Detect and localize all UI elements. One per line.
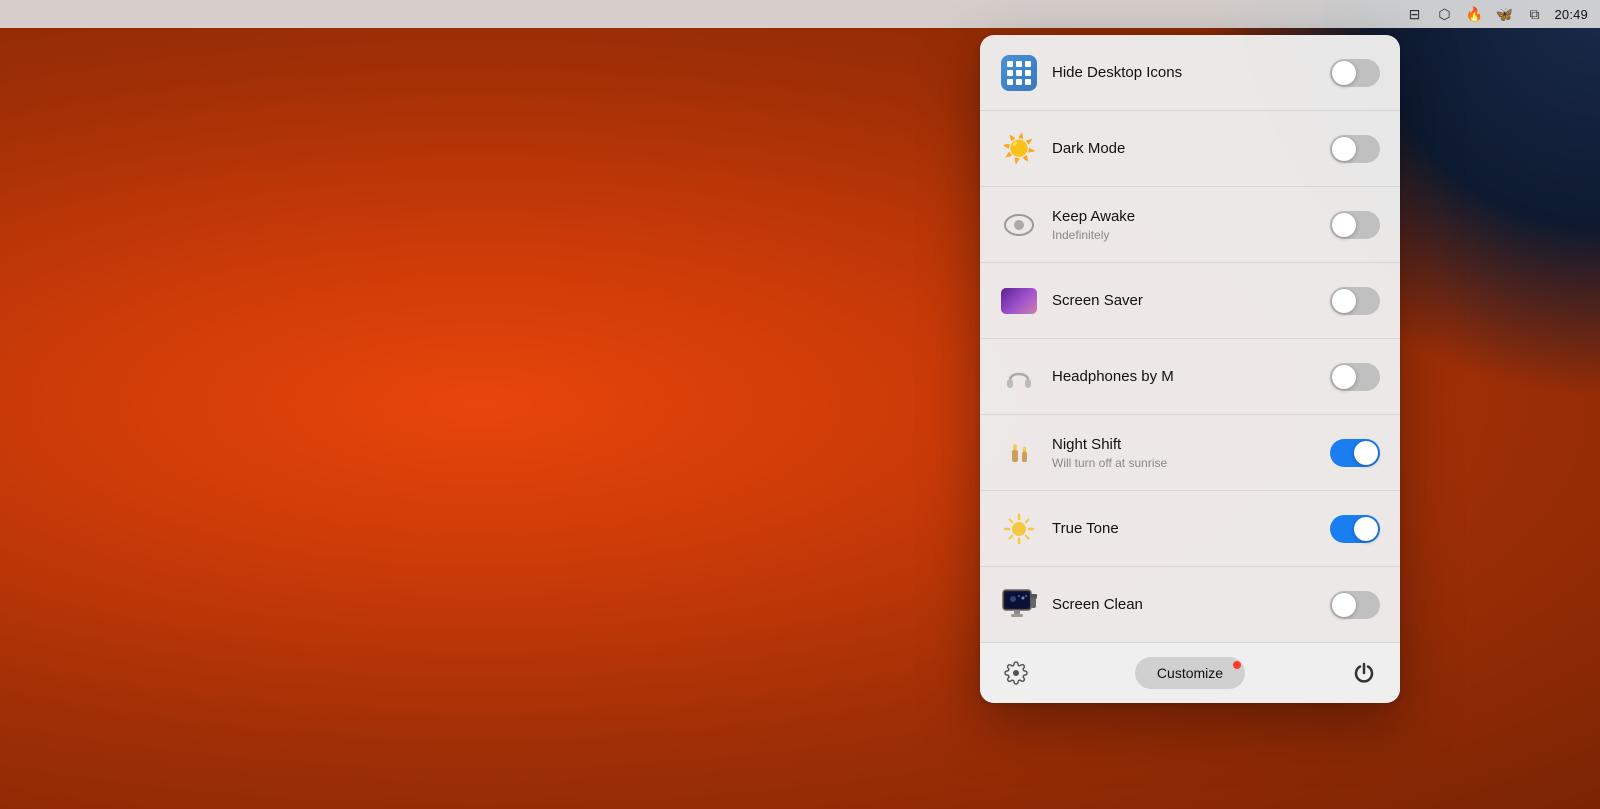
hide-desktop-toggle[interactable] — [1330, 59, 1380, 87]
item-text-true-tone: True Tone — [1052, 519, 1330, 539]
menu-item-keep-awake[interactable]: Keep Awake Indefinitely — [980, 187, 1400, 263]
item-text-keep-awake: Keep Awake Indefinitely — [1052, 207, 1330, 242]
keep-awake-title: Keep Awake — [1052, 207, 1330, 227]
settings-gear-icon[interactable] — [1000, 657, 1032, 689]
screen-saver-title: Screen Saver — [1052, 291, 1330, 311]
flame-icon[interactable]: 🔥 — [1464, 4, 1484, 24]
butterfly-icon[interactable]: 🦋 — [1494, 4, 1514, 24]
keep-awake-subtitle: Indefinitely — [1052, 228, 1330, 242]
night-shift-title: Night Shift — [1052, 435, 1330, 455]
menu-item-screen-clean[interactable]: Screen Clean — [980, 567, 1400, 643]
dark-mode-toggle[interactable] — [1330, 135, 1380, 163]
hide-desktop-title: Hide Desktop Icons — [1052, 63, 1330, 83]
customize-button[interactable]: Customize — [1135, 657, 1245, 689]
menu-item-night-shift[interactable]: Night Shift Will turn off at sunrise — [980, 415, 1400, 491]
headphones-icon — [1000, 358, 1038, 396]
item-text-headphones: Headphones by M — [1052, 367, 1330, 387]
sun-icon: ☀️ — [1000, 130, 1038, 168]
screenclean-icon — [1000, 586, 1038, 624]
bottom-bar: Customize — [980, 643, 1400, 703]
item-text-screen-saver: Screen Saver — [1052, 291, 1330, 311]
truetone-icon — [1000, 510, 1038, 548]
keepawake-icon — [1000, 206, 1038, 244]
screen-saver-toggle[interactable] — [1330, 287, 1380, 315]
notification-dot — [1233, 661, 1241, 669]
screen-clean-toggle[interactable] — [1330, 591, 1380, 619]
upload-icon[interactable]: ⬡ — [1434, 4, 1454, 24]
menubar-time: 20:49 — [1554, 7, 1588, 22]
menu-item-screen-saver[interactable]: Screen Saver — [980, 263, 1400, 339]
item-text-night-shift: Night Shift Will turn off at sunrise — [1052, 435, 1330, 470]
desktop: ⊟ ⬡ 🔥 🦋 ⧉ 20:49 — [0, 0, 1600, 809]
keep-awake-toggle[interactable] — [1330, 211, 1380, 239]
power-button[interactable] — [1348, 657, 1380, 689]
item-text-dark-mode: Dark Mode — [1052, 139, 1330, 159]
true-tone-toggle[interactable] — [1330, 515, 1380, 543]
item-text-hide-desktop: Hide Desktop Icons — [1052, 63, 1330, 83]
screensaver-icon — [1000, 282, 1038, 320]
dark-mode-title: Dark Mode — [1052, 139, 1330, 159]
night-shift-subtitle: Will turn off at sunrise — [1052, 456, 1330, 470]
menubar: ⊟ ⬡ 🔥 🦋 ⧉ 20:49 — [0, 0, 1600, 28]
grid-icon — [1000, 54, 1038, 92]
nightshift-icon — [1000, 434, 1038, 472]
remote-icon[interactable]: ⧉ — [1524, 4, 1544, 24]
menu-item-true-tone[interactable]: True Tone — [980, 491, 1400, 567]
storage-icon[interactable]: ⊟ — [1404, 4, 1424, 24]
true-tone-title: True Tone — [1052, 519, 1330, 539]
screen-clean-title: Screen Clean — [1052, 595, 1330, 615]
headphones-toggle[interactable] — [1330, 363, 1380, 391]
popup-panel: Hide Desktop Icons ☀️ Dark Mode Keep Awa… — [980, 35, 1400, 703]
item-text-screen-clean: Screen Clean — [1052, 595, 1330, 615]
headphones-title: Headphones by M — [1052, 367, 1330, 387]
menu-item-hide-desktop-icons[interactable]: Hide Desktop Icons — [980, 35, 1400, 111]
night-shift-toggle[interactable] — [1330, 439, 1380, 467]
menubar-right: ⊟ ⬡ 🔥 🦋 ⧉ 20:49 — [1404, 4, 1588, 24]
menu-item-dark-mode[interactable]: ☀️ Dark Mode — [980, 111, 1400, 187]
menu-item-headphones[interactable]: Headphones by M — [980, 339, 1400, 415]
